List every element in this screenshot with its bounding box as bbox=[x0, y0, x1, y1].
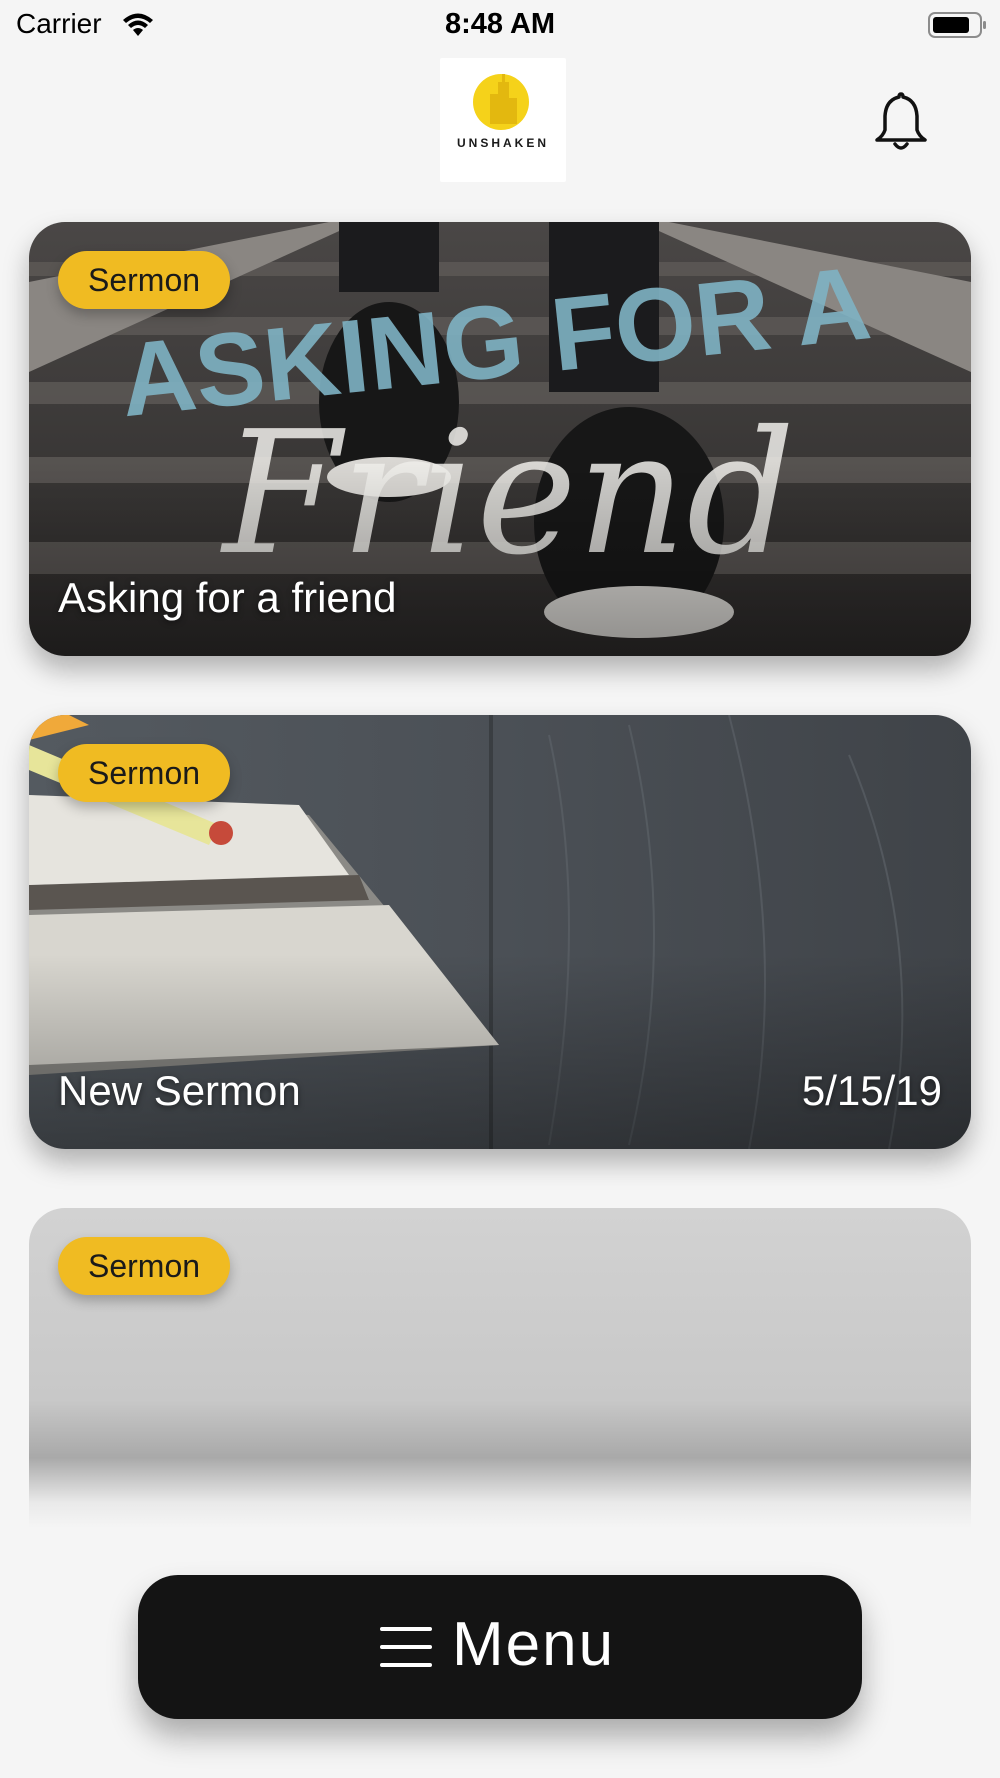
category-badge: Sermon bbox=[58, 1237, 231, 1295]
logo-wordmark: UNSHAKEN bbox=[456, 136, 549, 150]
menu-button[interactable]: Menu bbox=[138, 1575, 862, 1719]
app-logo: UNSHAKEN bbox=[440, 58, 566, 182]
sermon-date: 5/15/19 bbox=[801, 1067, 942, 1114]
sermon-title: New Sermon bbox=[58, 1067, 301, 1114]
hamburger-icon bbox=[380, 1625, 432, 1669]
sermon-card[interactable]: Sermon bbox=[29, 1208, 971, 1528]
sermon-title: Asking for a friend bbox=[58, 574, 397, 621]
status-time: 8:48 AM bbox=[444, 8, 556, 40]
logo-emblem bbox=[473, 74, 529, 130]
menu-label: Menu bbox=[452, 1610, 616, 1679]
sermon-card[interactable]: Sermon New Sermon 5/15/19 bbox=[29, 715, 971, 1149]
battery-icon bbox=[928, 12, 986, 38]
status-bar: Carrier 8:48 AM bbox=[0, 0, 1000, 50]
card-shade bbox=[29, 953, 971, 1149]
category-badge: Sermon bbox=[58, 251, 231, 309]
category-badge: Sermon bbox=[58, 744, 231, 802]
bell-icon[interactable] bbox=[872, 90, 930, 152]
sermon-card[interactable]: ASKING FOR A Friend Sermon Asking for a … bbox=[29, 222, 971, 656]
card-shade bbox=[29, 460, 971, 656]
